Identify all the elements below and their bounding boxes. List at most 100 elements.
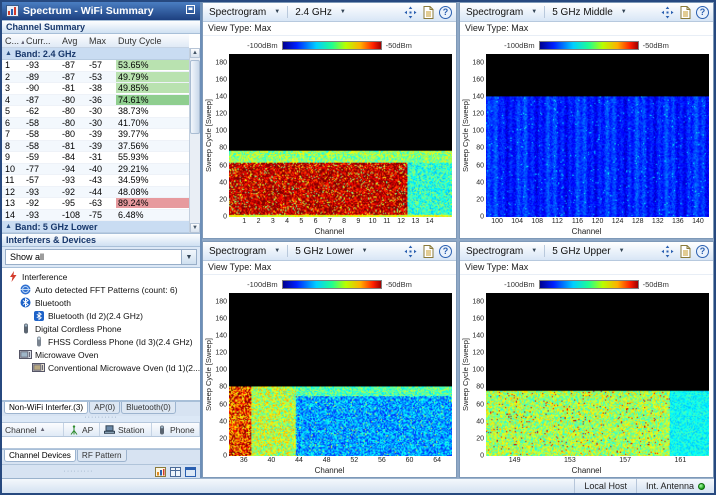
scroll-up-icon[interactable]: ▲ xyxy=(190,48,200,58)
y-axis-ticks: 0 20 40 60 80 100 120 140 160 180 xyxy=(470,293,486,459)
tab-bluetooth-0[interactable]: Bluetooth(0) xyxy=(121,402,176,414)
x-tick: 64 xyxy=(433,457,442,464)
channel-row[interactable]: 9 -59 -84 -31 55.93% xyxy=(2,152,189,164)
band-dropdown[interactable]: 5 GHz Upper ▼ xyxy=(550,245,626,258)
tree-item[interactable]: Auto detected FFT Patterns (count: 6) xyxy=(2,283,200,296)
report-icon[interactable] xyxy=(421,5,435,19)
tab-non-wifi-interfer-3[interactable]: Non-WiFi Interfer.(3) xyxy=(4,402,89,414)
interferer-filter-select[interactable]: Show all ▼ xyxy=(5,249,197,265)
avg-cell: -92 xyxy=(62,186,76,197)
grip-dots[interactable]: ········· xyxy=(5,468,152,475)
table-view-icon[interactable] xyxy=(169,466,182,478)
col-channel[interactable]: C... xyxy=(5,36,19,46)
scrollbar-track[interactable] xyxy=(190,58,200,223)
panel-header: Spectrogram ▼ 5 GHz Lower ▼ ? xyxy=(203,242,456,261)
tree-item[interactable]: FHSS Cordless Phone (Id 3)(2.4 GHz) xyxy=(2,335,200,348)
x-axis-label: Channel xyxy=(203,227,456,238)
y-tick: 160 xyxy=(472,76,484,84)
y-tick: 20 xyxy=(476,435,484,443)
devices-col-ap[interactable]: AP xyxy=(64,423,100,436)
chart-view-icon[interactable] xyxy=(154,466,167,478)
band-row-24ghz[interactable]: ▲ Band: 2.4 GHz xyxy=(2,48,189,60)
channel-row[interactable]: 4 -87 -80 -36 74.61% xyxy=(2,94,189,106)
help-icon[interactable]: ? xyxy=(439,5,452,19)
spectrogram-plot[interactable] xyxy=(486,293,709,456)
channel-row[interactable]: 2 -89 -87 -53 49.79% xyxy=(2,71,189,83)
col-duty-cycle[interactable]: Duty Cycle xyxy=(116,36,189,46)
report-icon[interactable] xyxy=(678,5,692,19)
col-max[interactable]: Max xyxy=(87,36,116,46)
y-tick: 140 xyxy=(215,332,227,340)
window-view-icon[interactable] xyxy=(184,466,197,478)
plot-type-dropdown[interactable]: Spectrogram ▼ xyxy=(207,6,282,19)
channel-row[interactable]: 13 -92 -95 -63 89.24% xyxy=(2,198,189,210)
channel-row[interactable]: 14 -93 -108 -75 6.48% xyxy=(2,209,189,221)
help-icon[interactable]: ? xyxy=(439,244,452,258)
channel-row[interactable]: 11 -57 -93 -43 34.59% xyxy=(2,175,189,187)
tree-item[interactable]: Interference xyxy=(2,270,200,283)
tree-item[interactable]: Bluetooth (Id 2)(2.4 GHz) xyxy=(2,309,200,322)
channel-row[interactable]: 6 -58 -80 -30 41.70% xyxy=(2,117,189,129)
colorbar xyxy=(538,40,639,50)
col-avg[interactable]: Avg xyxy=(60,36,87,46)
max-cell: -44 xyxy=(89,186,103,197)
help-icon[interactable]: ? xyxy=(696,244,709,258)
channel-row[interactable]: 10 -77 -94 -40 29.21% xyxy=(2,163,189,175)
tab-channel-devices[interactable]: Channel Devices xyxy=(4,450,76,462)
spectrogram-plot[interactable] xyxy=(229,293,452,456)
spectrogram-plot[interactable] xyxy=(486,54,709,217)
phone-icon xyxy=(155,425,168,435)
expand-icon[interactable] xyxy=(403,5,417,19)
x-tick: 9 xyxy=(356,218,361,225)
max-cell: -30 xyxy=(89,117,103,128)
expand-icon[interactable] xyxy=(660,5,674,19)
channel-row[interactable]: 7 -58 -80 -39 39.77% xyxy=(2,129,189,141)
tree-item[interactable]: Digital Cordless Phone xyxy=(2,322,200,335)
col-current[interactable]: Curr... xyxy=(24,36,60,46)
scroll-down-icon[interactable]: ▼ xyxy=(190,223,200,233)
band-row-5ghz-lower[interactable]: ▲ Band: 5 GHz Lower xyxy=(2,221,189,233)
pin-icon[interactable] xyxy=(185,4,196,18)
x-tick: 128 xyxy=(631,218,644,225)
plot-type-dropdown[interactable]: Spectrogram ▼ xyxy=(464,6,539,19)
tab-rf-pattern[interactable]: RF Pattern xyxy=(76,450,127,462)
expand-icon[interactable] xyxy=(660,244,674,258)
channel-row[interactable]: 5 -62 -80 -30 38.73% xyxy=(2,106,189,118)
devices-col-station[interactable]: Station xyxy=(100,423,152,436)
tree-item[interactable]: Bluetooth xyxy=(2,296,200,309)
tree-item[interactable]: Microwave Oven xyxy=(2,348,200,361)
tree-item-label: Conventional Microwave Oven (Id 1)(2... xyxy=(48,362,200,373)
channel-summary-header: Channel Summary xyxy=(2,20,200,34)
fhss-phone-icon xyxy=(32,336,45,347)
y-tick: 180 xyxy=(472,298,484,306)
y-tick: 20 xyxy=(219,196,227,204)
channel-summary-columns[interactable]: C...▲ Curr... Avg Max Duty Cycle xyxy=(2,34,189,48)
band-dropdown[interactable]: 5 GHz Lower ▼ xyxy=(293,245,369,258)
tree-item-label: Microwave Oven xyxy=(35,349,99,360)
channel-row[interactable]: 8 -58 -81 -39 37.56% xyxy=(2,140,189,152)
chevron-down-icon: ▼ xyxy=(620,9,627,15)
tab-ap-0[interactable]: AP(0) xyxy=(89,402,121,414)
y-tick: 140 xyxy=(215,93,227,101)
tree-item[interactable]: Conventional Microwave Oven (Id 1)(2... xyxy=(2,361,200,374)
channel-row[interactable]: 3 -90 -81 -38 49.85% xyxy=(2,83,189,95)
devices-col-channel[interactable]: Channel ▲ xyxy=(2,423,64,436)
y-axis-ticks: 0 20 40 60 80 100 120 140 160 180 xyxy=(213,293,229,459)
channel-row[interactable]: 12 -93 -92 -44 48.08% xyxy=(2,186,189,198)
channel-row[interactable]: 1 -93 -87 -57 53.65% xyxy=(2,60,189,72)
plot-type-dropdown[interactable]: Spectrogram ▼ xyxy=(207,245,282,258)
help-icon[interactable]: ? xyxy=(696,5,709,19)
chevron-down-icon[interactable]: ▼ xyxy=(181,250,196,264)
report-icon[interactable] xyxy=(678,244,692,258)
band-dropdown[interactable]: 5 GHz Middle ▼ xyxy=(550,6,629,19)
colorbar xyxy=(281,40,382,50)
table-scrollbar[interactable]: ▲ ▼ xyxy=(189,48,200,233)
band-dropdown[interactable]: 2.4 GHz ▼ xyxy=(293,6,348,19)
devices-col-phone[interactable]: Phone xyxy=(152,423,200,436)
scrollbar-thumb[interactable] xyxy=(190,60,200,135)
plot-type-dropdown[interactable]: Spectrogram ▼ xyxy=(464,245,539,258)
report-icon[interactable] xyxy=(421,244,435,258)
expand-icon[interactable] xyxy=(403,244,417,258)
current-cell: -58 xyxy=(26,129,40,140)
spectrogram-plot[interactable] xyxy=(229,54,452,217)
